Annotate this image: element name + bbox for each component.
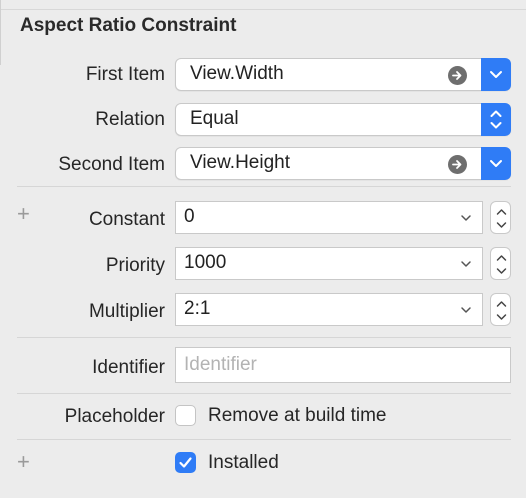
section-divider [17,439,511,440]
multiplier-value: 2:1 [184,298,211,319]
section-divider [17,337,511,338]
identifier-field[interactable] [175,347,511,383]
identifier-label: Identifier [92,357,165,378]
second-item-label: Second Item [58,154,165,175]
priority-combo[interactable]: 1000 [175,247,483,280]
plus-icon[interactable]: + [17,451,30,473]
first-item-value: View.Width [190,63,284,84]
section-title: Aspect Ratio Constraint [20,15,237,36]
first-item-label: First Item [85,64,165,85]
remove-at-build-time-checkbox[interactable] [175,405,196,426]
checkmark-icon [179,457,192,468]
section-divider [17,186,511,187]
installed-checkbox[interactable] [175,452,196,473]
constant-value: 0 [184,206,195,227]
second-item-value: View.Height [190,152,290,173]
go-to-item-icon[interactable] [448,66,467,85]
priority-value: 1000 [184,252,227,273]
priority-stepper[interactable] [490,247,511,280]
up-down-chevron-icon[interactable] [481,103,511,136]
chevron-down-icon[interactable] [460,259,472,269]
placeholder-label: Placeholder [64,406,165,427]
chevron-down-icon[interactable] [481,58,511,91]
relation-label: Relation [95,109,165,130]
priority-label: Priority [105,255,165,276]
top-divider [0,9,526,10]
go-to-item-icon[interactable] [448,155,467,174]
constant-stepper[interactable] [490,201,511,234]
plus-icon[interactable]: + [17,203,30,225]
installed-label: Installed [208,452,279,473]
chevron-down-icon[interactable] [460,213,472,223]
constant-label: Constant [88,209,165,230]
multiplier-combo[interactable]: 2:1 [175,293,483,326]
constant-combo[interactable]: 0 [175,201,483,234]
relation-popup[interactable]: Equal [175,103,511,136]
multiplier-stepper[interactable] [490,293,511,326]
section-divider [17,393,511,394]
chevron-down-icon[interactable] [460,305,472,315]
chevron-down-icon[interactable] [481,147,511,180]
left-edge-divider [0,0,1,65]
multiplier-label: Multiplier [88,301,165,322]
first-item-popup[interactable]: View.Width [175,58,511,91]
second-item-popup[interactable]: View.Height [175,147,511,180]
remove-at-build-time-label: Remove at build time [208,405,387,426]
relation-value: Equal [190,108,239,129]
